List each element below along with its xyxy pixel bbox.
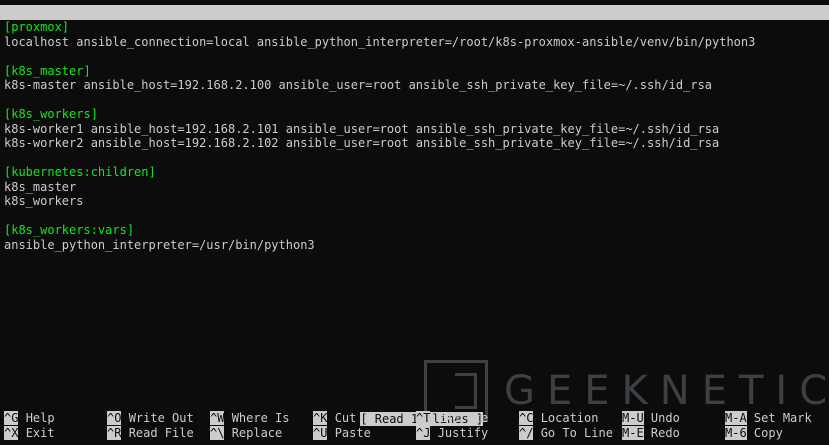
title-bar: GNU nano 6.2 inventory.ini [0,5,829,48]
shortcut-label: Read File [128,426,194,440]
shortcut-label: Redo [650,426,680,440]
shortcut-label: Execute [437,411,489,425]
editor-line[interactable]: k8s-master ansible_host=192.168.2.100 an… [4,78,712,93]
shortcut-execute[interactable]: ^T Execute [416,411,488,426]
shortcut-key: ^X [4,426,19,440]
editor-line[interactable]: localhost ansible_connection=local ansib… [4,35,755,50]
editor-line[interactable]: ansible_python_interpreter=/usr/bin/pyth… [4,238,315,253]
shortcut-key: ^/ [519,426,534,440]
shortcut-set-mark[interactable]: M-A Set Mark [725,411,812,426]
shortcut-label: Copy [753,426,783,440]
shortcut-exit[interactable]: ^X Exit [4,426,55,441]
shortcut-label: Where Is [231,411,290,425]
editor-line[interactable]: [k8s_master] [4,64,91,79]
shortcut-replace[interactable]: ^\ Replace [210,426,282,441]
shortcut-label: Location [540,411,599,425]
editor-line[interactable]: [k8s_workers] [4,107,98,122]
editor-line[interactable]: [proxmox] [4,20,69,35]
shortcut-key: ^G [4,411,19,425]
shortcut-go-to-line[interactable]: ^/ Go To Line [519,426,613,441]
shortcut-key: ^U [313,426,328,440]
shortcut-location[interactable]: ^C Location [519,411,598,426]
editor-line[interactable]: [kubernetes:children] [4,165,156,180]
shortcut-label: Justify [437,426,489,440]
shortcut-key: ^R [107,426,122,440]
shortcut-key: ^K [313,411,328,425]
shortcut-label: Cut [334,411,357,425]
shortcut-key: M-A [725,411,747,425]
editor-line[interactable]: [k8s_workers:vars] [4,223,134,238]
shortcut-label: Replace [231,426,283,440]
editor-line[interactable]: k8s_master [4,180,76,195]
shortcut-help[interactable]: ^G Help [4,411,55,426]
shortcut-key: M-E [622,426,644,440]
shortcut-copy[interactable]: M-6 Copy [725,426,783,441]
shortcut-label: Write Out [128,411,194,425]
shortcut-label: Go To Line [540,426,613,440]
shortcut-paste[interactable]: ^U Paste [313,426,371,441]
status-bar: [ Read 16 lines ] [0,397,829,426]
shortcut-label: Help [25,411,55,425]
shortcut-key: ^\ [210,426,225,440]
shortcut-where-is[interactable]: ^W Where Is [210,411,289,426]
shortcut-key: M-6 [725,426,747,440]
shortcut-key: ^J [416,426,431,440]
shortcut-undo[interactable]: M-U Undo [622,411,680,426]
shortcut-key: ^O [107,411,122,425]
shortcut-key: ^C [519,411,534,425]
shortcut-label: Set Mark [753,411,812,425]
editor-line[interactable]: k8s-worker2 ansible_host=192.168.2.102 a… [4,136,719,151]
shortcut-key: ^W [210,411,225,425]
shortcut-label: Paste [334,426,371,440]
editor-line[interactable]: k8s-worker1 ansible_host=192.168.2.101 a… [4,122,719,137]
shortcut-redo[interactable]: M-E Redo [622,426,680,441]
shortcut-label: Undo [650,411,680,425]
shortcut-write-out[interactable]: ^O Write Out [107,411,194,426]
shortcut-label: Exit [25,426,55,440]
shortcut-key: ^T [416,411,431,425]
shortcut-read-file[interactable]: ^R Read File [107,426,194,441]
shortcut-cut[interactable]: ^K Cut [313,411,356,426]
shortcut-key: M-U [622,411,644,425]
shortcut-justify[interactable]: ^J Justify [416,426,488,441]
editor-line[interactable]: k8s_workers [4,194,83,209]
